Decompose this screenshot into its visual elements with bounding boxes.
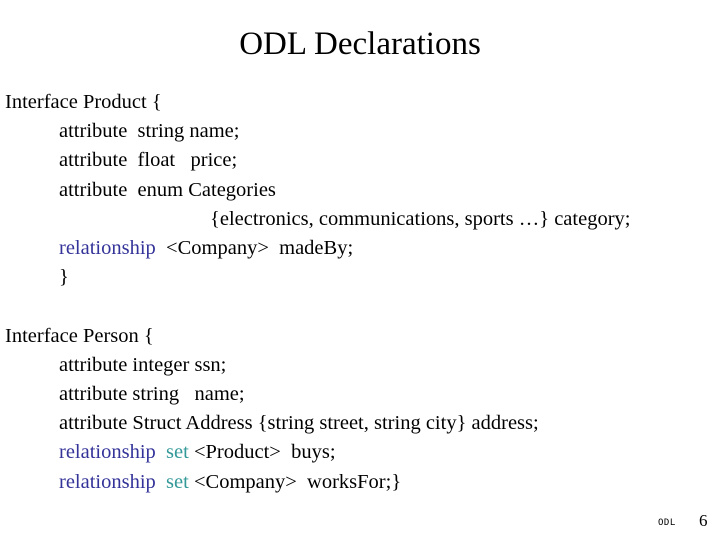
code-line-spacer bbox=[5, 292, 720, 321]
code-line: attribute string name; bbox=[5, 117, 720, 146]
code-token: attribute Struct Address {string street,… bbox=[59, 412, 539, 435]
code-keyword-relationship: relationship bbox=[59, 237, 156, 260]
code-line: Interface Product { bbox=[5, 88, 720, 117]
code-keyword-set: set bbox=[166, 470, 189, 493]
code-line: relationship set <Company> worksFor;} bbox=[5, 468, 720, 497]
slide: ODL Declarations Interface Product { attr… bbox=[0, 0, 720, 540]
code-keyword-relationship: relationship bbox=[59, 441, 156, 464]
code-keyword-set: set bbox=[166, 441, 189, 464]
footer-tag: ODL bbox=[658, 518, 676, 528]
code-token: Interface Product { bbox=[5, 91, 162, 113]
code-line: attribute integer ssn; bbox=[5, 351, 720, 380]
code-line: {electronics, communications, sports …} … bbox=[5, 205, 720, 234]
code-line: attribute Struct Address {string street,… bbox=[5, 409, 720, 438]
code-token: attribute integer ssn; bbox=[59, 353, 227, 376]
code-token: {electronics, communications, sports …} … bbox=[210, 207, 631, 230]
code-line: attribute string name; bbox=[5, 380, 720, 409]
page-title: ODL Declarations bbox=[239, 26, 481, 62]
code-line: } bbox=[5, 263, 720, 292]
code-token: <Company> madeBy; bbox=[155, 237, 354, 260]
code-token: attribute float price; bbox=[59, 149, 238, 172]
code-line: attribute enum Categories bbox=[5, 176, 720, 205]
code-token: attribute string name; bbox=[59, 383, 245, 406]
code-token: attribute enum Categories bbox=[59, 178, 276, 201]
code-token: } bbox=[59, 266, 69, 289]
code-line: attribute float price; bbox=[5, 146, 720, 175]
code-line: relationship set <Product> buys; bbox=[5, 438, 720, 467]
odl-declaration-code-block: Interface Product { attribute string name… bbox=[5, 88, 720, 497]
code-token: <Product> buys; bbox=[188, 441, 336, 464]
code-keyword-relationship: relationship bbox=[59, 470, 156, 493]
page-number: 6 bbox=[699, 511, 708, 530]
code-token: Interface Person { bbox=[5, 324, 154, 347]
code-line: relationship <Company> madeBy; bbox=[5, 234, 720, 263]
code-token: <Company> worksFor;} bbox=[188, 470, 402, 493]
code-token: attribute string name; bbox=[59, 120, 240, 143]
code-line: Interface Person { bbox=[5, 322, 720, 351]
